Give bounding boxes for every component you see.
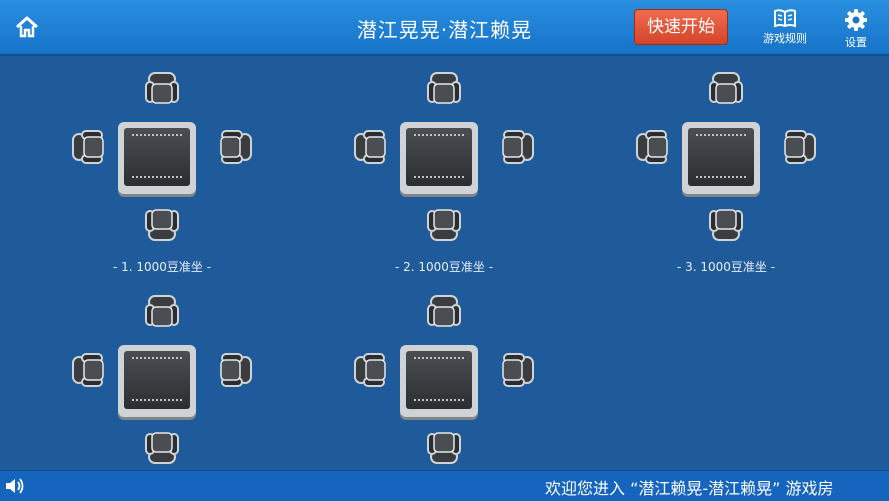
chair-icon — [352, 351, 390, 389]
chair-icon — [425, 70, 463, 108]
settings-label: 设置 — [845, 36, 867, 49]
speaker-icon — [6, 478, 24, 494]
top-bar: 潜江晃晃·潜江赖晃 快速开始 游戏规则 设置 — [0, 0, 889, 56]
quick-start-button[interactable]: 快速开始 — [634, 9, 728, 45]
chair-icon — [352, 128, 390, 166]
table-icon — [118, 345, 196, 417]
chair-icon — [707, 205, 745, 243]
table-label: - 1. 1000豆准坐 - — [112, 260, 212, 274]
chair-icon — [216, 351, 254, 389]
chair-icon — [70, 128, 108, 166]
chair-icon — [498, 351, 536, 389]
chair-icon — [780, 128, 818, 166]
table-icon — [118, 122, 196, 194]
settings-button[interactable]: 设置 — [826, 6, 886, 50]
chair-icon — [425, 428, 463, 466]
chair-icon — [70, 351, 108, 389]
chair-icon — [707, 70, 745, 108]
table-icon — [400, 122, 478, 194]
game-rules-button[interactable]: 游戏规则 — [755, 6, 815, 50]
chair-icon — [634, 128, 672, 166]
table-5[interactable] — [344, 293, 544, 493]
table-4[interactable] — [62, 293, 262, 493]
table-3[interactable]: - 3. 1000豆准坐 - — [626, 70, 826, 274]
home-icon — [15, 16, 39, 38]
game-rules-label: 游戏规则 — [763, 32, 807, 45]
table-1[interactable]: - 1. 1000豆准坐 - — [62, 70, 262, 274]
chair-icon — [143, 70, 181, 108]
gear-icon — [845, 9, 867, 31]
chair-icon — [425, 205, 463, 243]
chair-icon — [216, 128, 254, 166]
sound-button[interactable] — [4, 476, 26, 496]
chair-icon — [143, 428, 181, 466]
chair-icon — [498, 128, 536, 166]
book-icon — [774, 9, 796, 28]
table-label: - 2. 1000豆准坐 - — [394, 260, 494, 274]
footer-bar: 欢迎您进入 “潜江赖晃-潜江赖晃” 游戏房 — [0, 470, 889, 501]
table-icon — [682, 122, 760, 194]
table-2[interactable]: - 2. 1000豆准坐 - — [344, 70, 544, 274]
chair-icon — [143, 293, 181, 331]
announcement-marquee: 欢迎您进入 “潜江赖晃-潜江赖晃” 游戏房 — [545, 479, 834, 498]
home-button[interactable] — [14, 14, 40, 40]
chair-icon — [425, 293, 463, 331]
chair-icon — [143, 205, 181, 243]
table-label: - 3. 1000豆准坐 - — [676, 260, 776, 274]
table-icon — [400, 345, 478, 417]
